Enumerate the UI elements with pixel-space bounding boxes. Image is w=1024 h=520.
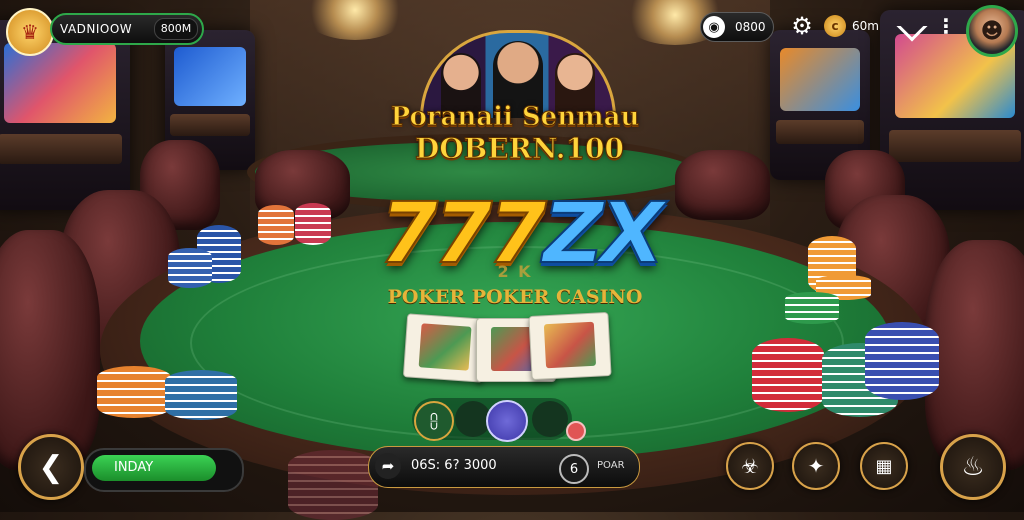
rewards-button[interactable]: ☣: [726, 442, 774, 490]
chat-button[interactable]: ✦: [792, 442, 840, 490]
bet-info-bar[interactable]: ➦ 06S: 6? 3000 6 POAR: [368, 446, 640, 488]
gems-value: 60m: [852, 19, 879, 33]
lobby-label: INDAY: [114, 460, 154, 475]
player-info-pill[interactable]: VADNIOOW 800M: [50, 13, 204, 45]
player-name: VADNIOOW: [60, 22, 133, 36]
emote-button[interactable]: ▦: [860, 442, 908, 490]
fold-button[interactable]: ⩉: [414, 401, 454, 441]
tools-icon: ⩉: [429, 410, 439, 432]
chip-stack: [165, 370, 237, 420]
playing-card[interactable]: [528, 311, 612, 381]
banner-title-line2: DOBERN.100: [415, 132, 625, 166]
gems-pill[interactable]: c 60m: [824, 12, 884, 40]
coins-pill[interactable]: ◉ 0800: [700, 12, 774, 42]
chest-icon: ♛: [21, 20, 39, 44]
profile-avatar[interactable]: ☻: [966, 5, 1018, 57]
shop-button[interactable]: ♨: [940, 434, 1006, 500]
lobby-bar[interactable]: INDAY: [84, 448, 244, 492]
bet-right-label: POAR: [597, 460, 625, 471]
face-card-icon: ▦: [875, 455, 893, 477]
back-button[interactable]: ❮: [18, 434, 84, 500]
logo-faded-subtitle: 2 K: [497, 262, 533, 281]
player-avatar[interactable]: ♛: [6, 8, 54, 56]
chip-icon: ◉: [703, 16, 725, 38]
chip-stack: [295, 203, 331, 245]
lobby-button[interactable]: INDAY: [92, 455, 216, 481]
chip-stack: [752, 338, 824, 412]
raise-button[interactable]: [532, 401, 568, 437]
coins-value: 0800: [735, 20, 766, 34]
chip-stack: [168, 248, 212, 288]
bell-icon: ♨: [961, 452, 985, 482]
coin-icon: c: [824, 15, 846, 37]
chair: [675, 150, 770, 220]
mask-icon: ☣: [741, 454, 759, 478]
logo-subtitle: POKER POKER CASINO: [387, 286, 643, 308]
playing-card[interactable]: [402, 313, 488, 383]
gear-icon: ⚙: [791, 12, 813, 40]
coin-icon: 6: [559, 454, 589, 484]
back-arrow-icon: ❮: [38, 449, 64, 485]
feather-icon: ✦: [807, 454, 825, 478]
mini-chip: [566, 421, 586, 441]
chip-stack: [288, 450, 378, 520]
person-icon: ☻: [980, 18, 1004, 44]
menu-button[interactable]: ⋮: [936, 12, 956, 40]
more-dots-icon: ⋮: [936, 14, 956, 38]
chip-stack: [865, 322, 939, 400]
player-value-badge: 800M: [154, 18, 198, 40]
chip-stack: [97, 366, 171, 418]
settings-button[interactable]: ⚙: [788, 12, 816, 40]
rocket-icon: ➦: [375, 453, 401, 479]
chip-stack: [258, 205, 294, 245]
chip-stack: [785, 292, 839, 324]
player-value: 800M: [160, 22, 192, 35]
bet-value: 06S: 6? 3000: [411, 458, 497, 473]
exit-button[interactable]: [896, 10, 928, 42]
bet-chip-button[interactable]: [486, 400, 528, 442]
